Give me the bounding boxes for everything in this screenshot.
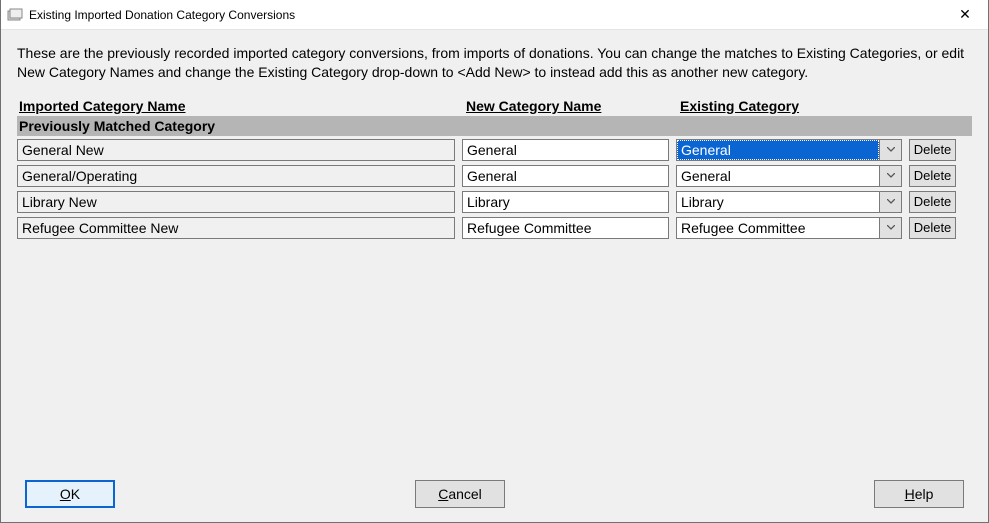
ok-label-underline: O xyxy=(60,486,71,502)
chevron-down-icon[interactable] xyxy=(880,165,902,187)
help-label-rest: elp xyxy=(915,486,934,502)
intro-text: These are the previously recorded import… xyxy=(17,44,972,82)
cancel-label-underline: C xyxy=(438,486,448,502)
imported-name-field[interactable] xyxy=(17,217,455,239)
column-headers: Imported Category Name New Category Name… xyxy=(17,98,972,114)
existing-category-value[interactable]: General xyxy=(676,139,880,161)
help-button[interactable]: Help xyxy=(874,480,964,508)
existing-category-select[interactable]: General xyxy=(676,165,902,187)
delete-button[interactable]: Delete xyxy=(909,139,956,161)
header-imported: Imported Category Name xyxy=(17,98,462,114)
imported-name-field[interactable] xyxy=(17,165,455,187)
delete-button[interactable]: Delete xyxy=(909,165,956,187)
header-new-category: New Category Name xyxy=(462,98,676,114)
ok-button[interactable]: OK xyxy=(25,480,115,508)
table-row: General Delete xyxy=(17,165,972,187)
section-header: Previously Matched Category xyxy=(17,116,972,136)
rows-container: GeneralDeleteGeneralDeleteLibraryDeleteR… xyxy=(17,139,972,239)
chevron-down-icon[interactable] xyxy=(880,139,902,161)
imported-name-field[interactable] xyxy=(17,139,455,161)
imported-name-field[interactable] xyxy=(17,191,455,213)
cancel-label-rest: ancel xyxy=(448,486,481,502)
delete-button[interactable]: Delete xyxy=(909,217,956,239)
help-label-underline: H xyxy=(905,486,915,502)
chevron-down-icon[interactable] xyxy=(880,191,902,213)
app-icon xyxy=(7,7,23,23)
table-row: Library Delete xyxy=(17,191,972,213)
new-category-field[interactable] xyxy=(462,139,669,161)
existing-category-value[interactable]: General xyxy=(676,165,880,187)
table-row: Refugee Committee Delete xyxy=(17,217,972,239)
existing-category-select[interactable]: Library xyxy=(676,191,902,213)
content-area: These are the previously recorded import… xyxy=(1,30,988,474)
existing-category-select[interactable]: Refugee Committee xyxy=(676,217,902,239)
existing-category-value[interactable]: Refugee Committee xyxy=(676,217,880,239)
new-category-field[interactable] xyxy=(462,217,669,239)
cancel-button[interactable]: Cancel xyxy=(415,480,505,508)
chevron-down-icon[interactable] xyxy=(880,217,902,239)
header-existing-category: Existing Category xyxy=(676,98,906,114)
existing-category-select[interactable]: General xyxy=(676,139,902,161)
delete-button[interactable]: Delete xyxy=(909,191,956,213)
new-category-field[interactable] xyxy=(462,191,669,213)
ok-label-rest: K xyxy=(71,486,80,502)
titlebar: Existing Imported Donation Category Conv… xyxy=(1,0,988,30)
close-button[interactable]: ✕ xyxy=(942,0,988,30)
window-title: Existing Imported Donation Category Conv… xyxy=(29,8,942,22)
table-row: General Delete xyxy=(17,139,972,161)
dialog-window: Existing Imported Donation Category Conv… xyxy=(0,0,989,523)
existing-category-value[interactable]: Library xyxy=(676,191,880,213)
new-category-field[interactable] xyxy=(462,165,669,187)
dialog-footer: OK Cancel Help xyxy=(1,474,988,522)
